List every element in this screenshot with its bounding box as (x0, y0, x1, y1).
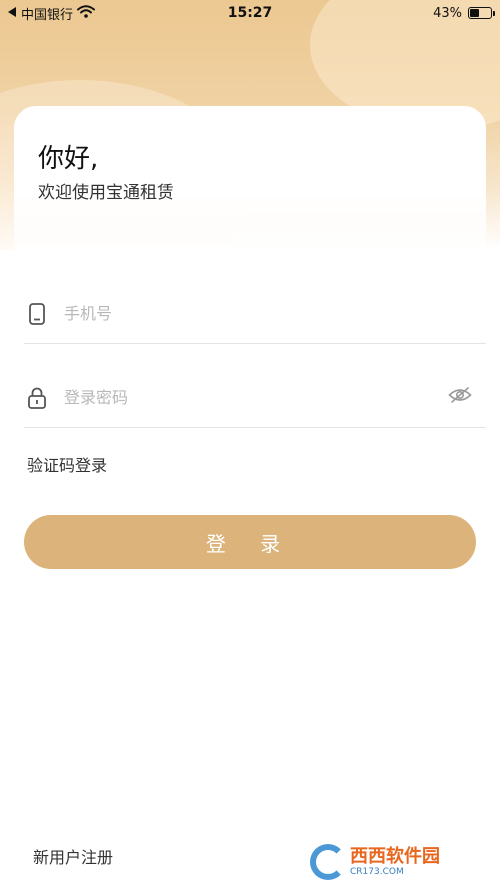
phone-input[interactable] (64, 304, 404, 323)
welcome-card: 你好, 欢迎使用宝通租赁 (14, 106, 486, 266)
back-arrow-icon[interactable] (8, 6, 17, 21)
status-right: 43% (433, 5, 495, 21)
sms-login-link[interactable]: 验证码登录 (27, 452, 107, 476)
status-bar: 中国银行 15:27 43% (0, 0, 500, 26)
status-time: 15:27 (227, 5, 273, 21)
password-input[interactable] (64, 388, 404, 407)
register-link[interactable]: 新用户注册 (33, 844, 113, 868)
password-field (24, 368, 486, 428)
wifi-icon (77, 4, 96, 22)
status-left: 中国银行 (8, 4, 96, 23)
greeting-title: 你好, (38, 144, 99, 174)
watermark-text: 西西软件园 CR173.COM (350, 845, 440, 877)
phone-field (24, 284, 486, 344)
watermark-url: CR173.COM (350, 866, 404, 877)
watermark-title: 西西软件园 (350, 845, 440, 867)
greeting-subtitle: 欢迎使用宝通租赁 (38, 183, 174, 203)
battery-icon (468, 7, 495, 19)
carrier-label: 中国银行 (21, 7, 74, 23)
lock-icon (26, 386, 48, 410)
watermark-ring-icon (310, 844, 346, 880)
phone-icon (26, 302, 48, 326)
battery-level (470, 9, 479, 17)
battery-percent: 43% (433, 5, 462, 21)
eye-hidden-icon[interactable] (448, 386, 472, 408)
watermark-logo: 西西软件园 CR173.COM (310, 842, 490, 882)
login-button[interactable]: 登 录 (24, 515, 476, 569)
